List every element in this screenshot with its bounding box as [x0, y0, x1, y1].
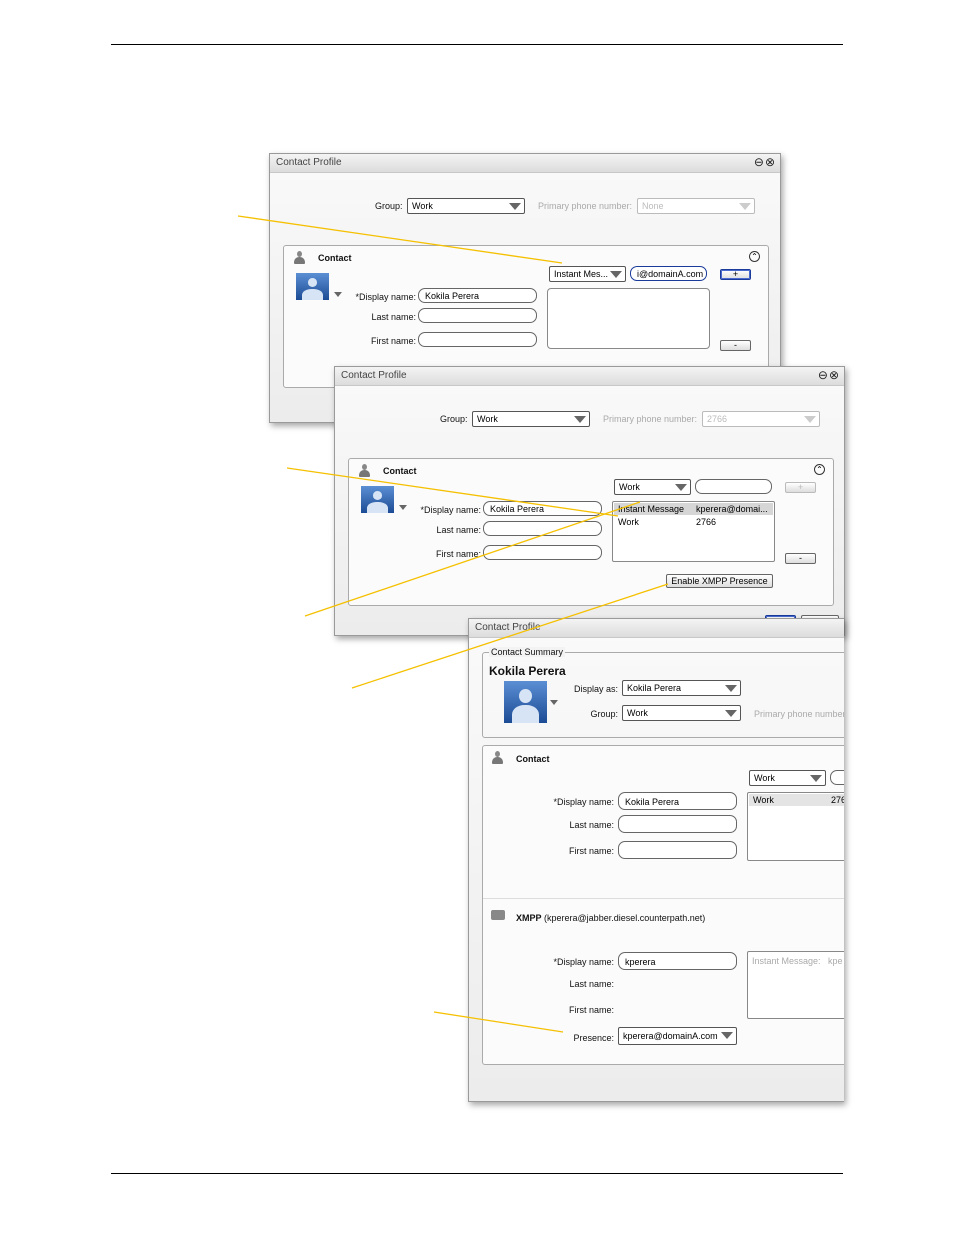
- callout-line: [286, 467, 619, 517]
- callout-lines: [237, 215, 669, 1033]
- callout-line: [237, 215, 563, 264]
- callout-line: [433, 1011, 564, 1033]
- callout-line: [304, 501, 641, 617]
- callout-line: [351, 583, 669, 689]
